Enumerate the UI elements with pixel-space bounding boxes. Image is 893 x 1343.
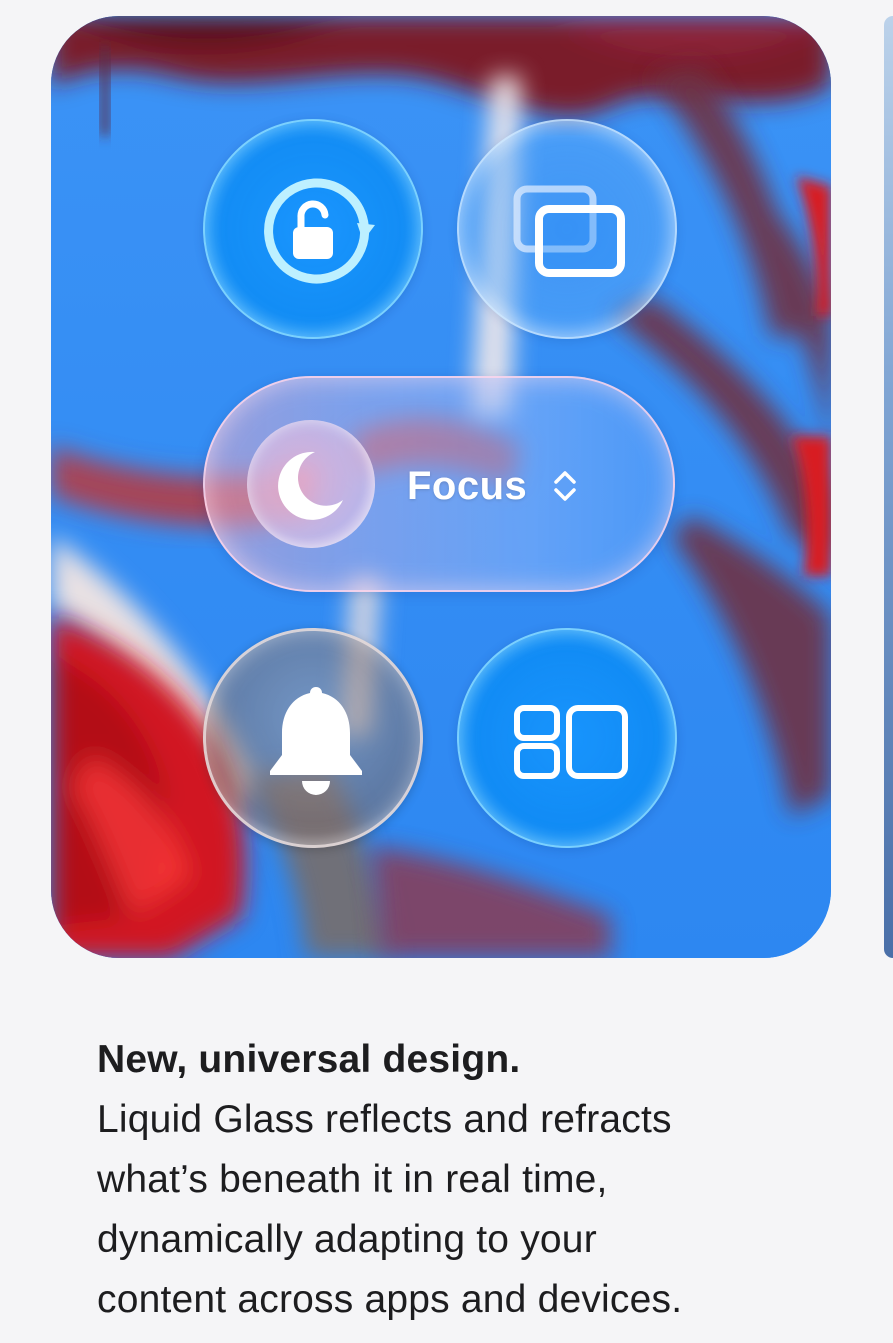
screen-mirroring-icon [513, 185, 625, 277]
body-line: Liquid Glass reflects and refracts [97, 1098, 672, 1141]
focus-moon-disc [247, 420, 375, 548]
next-card-peek[interactable] [884, 16, 893, 958]
body-line: dynamically adapting to your [97, 1218, 597, 1261]
up-down-chevron-icon [554, 471, 576, 501]
body-line: what’s beneath it in real time, [97, 1158, 608, 1201]
stage-manager-button[interactable] [457, 628, 677, 848]
feature-description: New, universal design. Liquid Glass refl… [97, 1030, 857, 1330]
bell-icon [270, 687, 362, 795]
hero-image-card: Focus [51, 16, 831, 958]
focus-button[interactable]: Focus [203, 376, 675, 592]
rotation-lock-icon [264, 178, 375, 284]
body-line: content across apps and devices. [97, 1278, 683, 1321]
silent-mode-button[interactable] [203, 628, 423, 848]
rotation-lock-button[interactable] [203, 119, 423, 339]
focus-label: Focus [407, 464, 528, 508]
page: Focus New, universal design. Liquid Glas… [0, 0, 893, 1343]
feature-body: Liquid Glass reflects and refracts what’… [97, 1090, 857, 1330]
moon-icon [278, 451, 343, 520]
stage-manager-icon [514, 705, 628, 779]
screen-mirroring-button[interactable] [457, 119, 677, 339]
feature-headline: New, universal design. [97, 1038, 521, 1081]
